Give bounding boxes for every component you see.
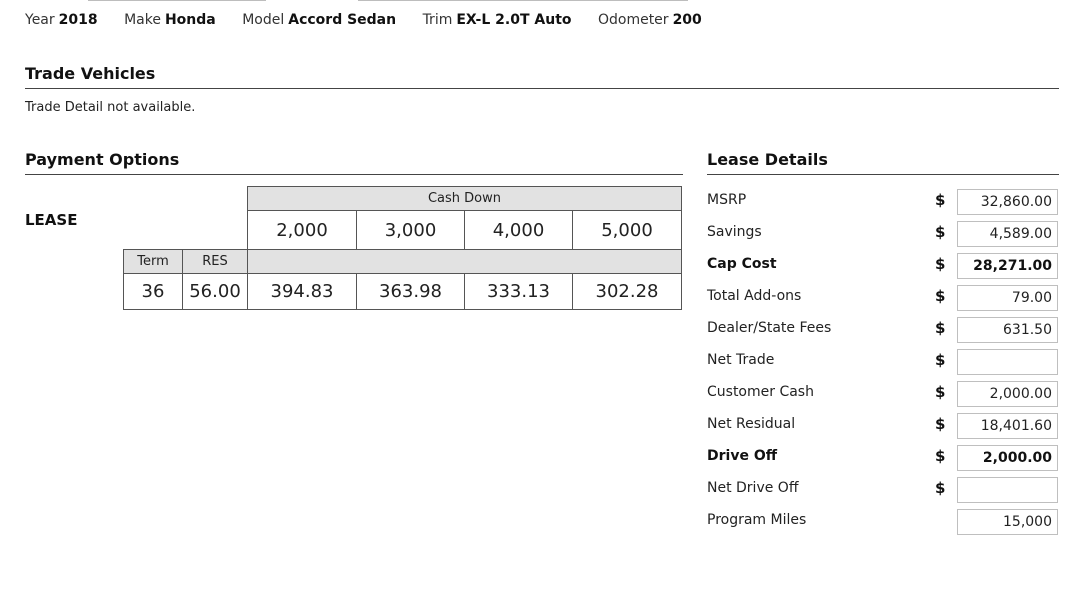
vehicle-info: Year 2018 Make Honda Model Accord Sedan Tri…	[25, 12, 724, 28]
model-label: Model	[242, 12, 285, 28]
lease-detail-value-field	[957, 349, 1058, 375]
currency-symbol: $	[935, 223, 946, 241]
cash-down-value: 4,000	[464, 210, 573, 250]
lease-detail-label: Savings	[707, 224, 762, 240]
lease-detail-value-field: 28,271.00	[957, 253, 1058, 279]
lease-detail-value-field: 631.50	[957, 317, 1058, 343]
list-item: Program Miles 15,000	[707, 506, 1059, 538]
odometer-value: 200	[672, 12, 702, 28]
payment-options-title: Payment Options	[25, 150, 180, 169]
lease-details-list: MSRP $32,860.00 Savings $4,589.00 Cap Cost $2…	[707, 186, 1059, 538]
grid-spacer	[183, 187, 248, 211]
lease-detail-label: Program Miles	[707, 512, 807, 528]
lease-detail-label: Net Trade	[707, 352, 775, 368]
cash-down-value: 3,000	[356, 210, 465, 250]
lease-detail-label: Dealer/State Fees	[707, 320, 832, 336]
table-row: 36 56.00 394.83 363.98 333.13 302.28	[123, 273, 682, 310]
list-item: MSRP $32,860.00	[707, 186, 1059, 218]
lease-detail-label: MSRP	[707, 192, 747, 208]
currency-symbol: $	[935, 447, 946, 465]
payment-value: 333.13	[464, 273, 573, 310]
currency-symbol: $	[935, 287, 946, 305]
currency-symbol: $	[935, 383, 946, 401]
currency-symbol: $	[935, 255, 946, 273]
trade-detail-message: Trade Detail not available.	[25, 100, 196, 115]
currency-symbol: $	[935, 319, 946, 337]
cash-down-value: 5,000	[572, 210, 682, 250]
header-filler	[247, 249, 682, 274]
lease-detail-value-field: 32,860.00	[957, 189, 1058, 215]
lease-detail-value-field: 4,589.00	[957, 221, 1058, 247]
cash-down-value: 2,000	[247, 210, 357, 250]
lease-details-rule	[707, 174, 1059, 175]
currency-symbol: $	[935, 479, 946, 497]
lease-details-title: Lease Details	[707, 150, 828, 169]
lease-detail-value-field: 18,401.60	[957, 413, 1058, 439]
lease-detail-label: Total Add-ons	[707, 288, 802, 304]
payment-value: 302.28	[572, 273, 682, 310]
lease-detail-value-field: 2,000.00	[957, 381, 1058, 407]
lease-detail-value-field: 2,000.00	[957, 445, 1058, 471]
list-item: Net Drive Off $	[707, 474, 1059, 506]
list-item: Net Trade $	[707, 346, 1059, 378]
trim-value: EX-L 2.0T Auto	[456, 12, 572, 28]
lease-detail-value-field: 79.00	[957, 285, 1058, 311]
currency-symbol: $	[935, 191, 946, 209]
lease-detail-label: Net Drive Off	[707, 480, 799, 496]
list-item: Total Add-ons $79.00	[707, 282, 1059, 314]
payment-grid: Cash Down 2,000 3,000 4,000 5,000 Term R…	[123, 186, 682, 310]
payment-options-rule	[25, 174, 683, 175]
list-item: Drive Off $2,000.00	[707, 442, 1059, 474]
trim-label: Trim	[422, 12, 453, 28]
year-label: Year	[25, 12, 55, 28]
odometer-label: Odometer	[597, 12, 669, 28]
top-divider-left	[88, 0, 266, 1]
top-divider-right	[358, 0, 688, 1]
grid-spacer	[124, 187, 183, 211]
payment-value: 394.83	[247, 273, 357, 310]
list-item: Savings $4,589.00	[707, 218, 1059, 250]
term-value: 36	[123, 273, 183, 310]
list-item: Cap Cost $28,271.00	[707, 250, 1059, 282]
currency-symbol: $	[935, 415, 946, 433]
res-header: RES	[182, 249, 248, 274]
currency-symbol: $	[935, 351, 946, 369]
grid-spacer	[183, 211, 248, 250]
lease-detail-value-field	[957, 477, 1058, 503]
lease-detail-label: Drive Off	[707, 448, 778, 464]
year-value: 2018	[58, 12, 98, 28]
make-value: Honda	[164, 12, 216, 28]
payment-value: 363.98	[356, 273, 465, 310]
term-header: Term	[123, 249, 183, 274]
trade-vehicles-title: Trade Vehicles	[25, 64, 156, 83]
cash-down-header: Cash Down	[247, 186, 682, 211]
list-item: Dealer/State Fees $631.50	[707, 314, 1059, 346]
model-value: Accord Sedan	[288, 12, 397, 28]
list-item: Customer Cash $2,000.00	[707, 378, 1059, 410]
lease-detail-label: Net Residual	[707, 416, 796, 432]
lease-label: LEASE	[25, 211, 78, 229]
make-label: Make	[124, 12, 161, 28]
lease-detail-label: Customer Cash	[707, 384, 814, 400]
lease-detail-label: Cap Cost	[707, 256, 777, 272]
trade-vehicles-rule	[25, 88, 1059, 89]
list-item: Net Residual $18,401.60	[707, 410, 1059, 442]
lease-detail-value-field: 15,000	[957, 509, 1058, 535]
grid-spacer	[124, 211, 183, 250]
res-value: 56.00	[182, 273, 248, 310]
